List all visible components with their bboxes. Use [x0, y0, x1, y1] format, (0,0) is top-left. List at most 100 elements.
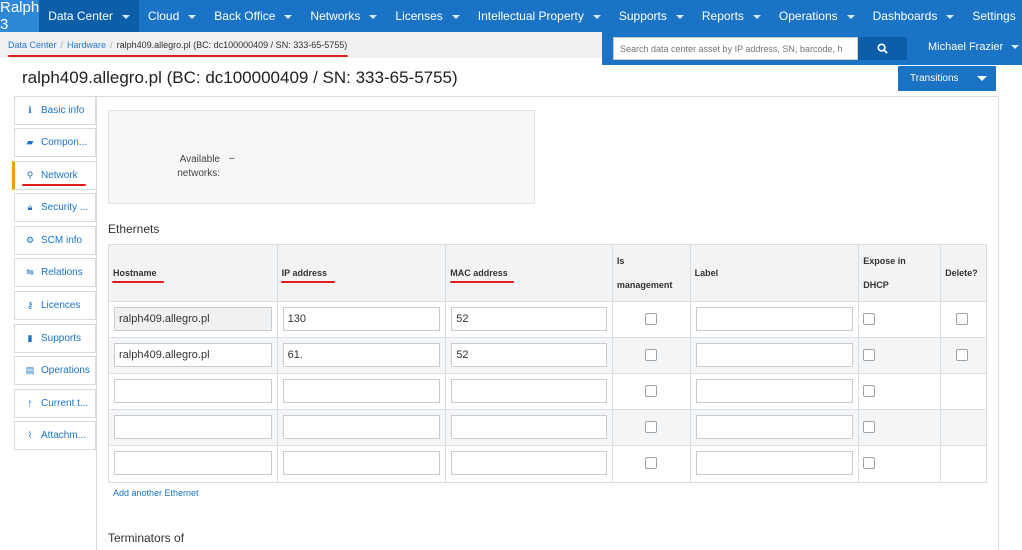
- document-icon: ▤: [25, 365, 35, 375]
- label-input[interactable]: [695, 415, 854, 439]
- ip-address-input[interactable]: 130: [282, 307, 441, 331]
- tab-scm-info[interactable]: ⚙ SCM info: [14, 226, 96, 255]
- hostname-input[interactable]: [114, 451, 272, 475]
- annotation-underline: [8, 55, 348, 57]
- transitions-label: Transitions: [910, 73, 959, 84]
- tab-relations[interactable]: ⇋ Relations: [14, 258, 96, 287]
- chevron-down-icon: [188, 15, 197, 19]
- breadcrumb-link-data-center[interactable]: Data Center: [8, 40, 57, 50]
- breadcrumb-separator: /: [60, 40, 64, 50]
- nav-item-operations[interactable]: Operations: [770, 0, 864, 32]
- tab-licences[interactable]: ⚷ Licences: [14, 291, 96, 320]
- search-input[interactable]: [613, 37, 858, 60]
- column-header-label: Label: [691, 245, 860, 301]
- search-area: Michael Frazier: [602, 32, 1022, 65]
- expose-dhcp-checkbox[interactable]: [863, 421, 876, 433]
- nav-item-reports[interactable]: Reports: [693, 0, 770, 32]
- tab-security[interactable]: 🔒︎ Security ...: [14, 193, 96, 222]
- hostname-input[interactable]: ralph409.allegro.pl: [114, 343, 272, 367]
- breadcrumb: Data Center / Hardware / ralph409.allegro.pl…: [8, 40, 347, 50]
- expose-dhcp-checkbox[interactable]: [863, 313, 876, 325]
- hostname-input[interactable]: ralph409.allegro.pl: [114, 307, 272, 331]
- annotation-underline: [22, 184, 86, 186]
- nav-item-settings[interactable]: Settings: [963, 0, 1022, 32]
- header-label: MAC address: [450, 268, 508, 278]
- delete-cell-empty: [941, 446, 986, 482]
- mac-address-input[interactable]: [451, 379, 607, 403]
- nav-item-intellectual-property[interactable]: Intellectual Property: [469, 0, 610, 32]
- chevron-down-icon: [752, 15, 761, 19]
- ip-address-input[interactable]: 61.: [282, 343, 441, 367]
- chevron-down-icon: [1011, 45, 1020, 50]
- folder-icon: ▰: [26, 137, 34, 147]
- is-management-checkbox[interactable]: [644, 421, 657, 433]
- column-header-hostname: Hostname: [109, 245, 278, 301]
- hostname-input[interactable]: [114, 415, 272, 439]
- header-label: Label: [694, 268, 719, 278]
- chevron-down-icon: [946, 15, 955, 19]
- label-input[interactable]: [695, 343, 854, 367]
- is-management-checkbox[interactable]: [644, 349, 657, 361]
- is-management-checkbox[interactable]: [644, 313, 657, 325]
- tab-supports[interactable]: ▮ Supports: [14, 324, 96, 353]
- info-icon: ℹ: [28, 105, 32, 115]
- tab-basic-info[interactable]: ℹ Basic info: [14, 96, 96, 125]
- tab-attachments[interactable]: ⌇ Attachm...: [14, 421, 96, 450]
- expose-dhcp-checkbox[interactable]: [863, 349, 876, 361]
- expose-dhcp-checkbox[interactable]: [863, 385, 876, 397]
- chevron-down-icon: [675, 15, 684, 19]
- terminators-title: Terminators of: [108, 531, 185, 545]
- user-name: Michael Frazier: [928, 41, 1004, 53]
- user-menu[interactable]: Michael Frazier: [928, 41, 1020, 53]
- delete-checkbox[interactable]: [956, 313, 969, 325]
- table-row: [109, 374, 986, 410]
- nav-item-data-center[interactable]: Data Center: [39, 0, 139, 32]
- tab-label: Basic info: [41, 105, 85, 116]
- nav-item-networks[interactable]: Networks: [301, 0, 386, 32]
- hostname-input[interactable]: [114, 379, 272, 403]
- brand-logo[interactable]: Ralph 3: [0, 0, 40, 33]
- tab-label: Operations: [41, 365, 90, 376]
- mac-address-input[interactable]: 52: [451, 307, 607, 331]
- tab-label: Current t...: [41, 398, 89, 409]
- transitions-button[interactable]: Transitions: [898, 66, 996, 91]
- mac-address-input[interactable]: [451, 451, 607, 475]
- search-button[interactable]: [858, 37, 907, 60]
- nav-item-dashboards[interactable]: Dashboards: [864, 0, 964, 32]
- nav-label: Supports: [618, 9, 667, 23]
- nav-label: Cloud: [147, 9, 180, 23]
- label-input[interactable]: [695, 307, 854, 331]
- header-label: Delete?: [945, 268, 978, 278]
- nav-item-licenses[interactable]: Licenses: [386, 0, 468, 32]
- breadcrumb-link-hardware[interactable]: Hardware: [67, 40, 106, 50]
- tab-operations[interactable]: ▤ Operations: [14, 356, 96, 385]
- mac-address-input[interactable]: 52: [451, 343, 607, 367]
- is-management-checkbox[interactable]: [644, 457, 657, 469]
- tab-components[interactable]: ▰ Compon...: [14, 128, 96, 157]
- key-icon: ⚷: [26, 300, 34, 310]
- label-input[interactable]: [695, 379, 854, 403]
- is-management-checkbox[interactable]: [644, 385, 657, 397]
- nav-item-back-office[interactable]: Back Office: [205, 0, 301, 32]
- nav-label: Licenses: [395, 9, 443, 23]
- tab-label: Attachm...: [41, 430, 87, 441]
- expose-dhcp-checkbox[interactable]: [863, 457, 876, 469]
- add-another-ethernet-link[interactable]: Add another Ethernet: [113, 488, 199, 498]
- tab-current-transitions[interactable]: ᚠ Current t...: [14, 389, 96, 418]
- chevron-down-icon: [451, 15, 460, 19]
- nav-item-supports[interactable]: Supports: [610, 0, 693, 32]
- breadcrumb-separator: /: [110, 40, 113, 50]
- ip-address-input[interactable]: [282, 415, 441, 439]
- nav-label: Dashboards: [872, 9, 938, 23]
- chevron-down-icon: [369, 15, 378, 19]
- annotation-underline: [450, 281, 514, 283]
- delete-checkbox[interactable]: [956, 349, 969, 361]
- nav-item-cloud[interactable]: Cloud: [139, 0, 205, 32]
- label-input[interactable]: [695, 451, 854, 475]
- column-header-expose-dhcp: Expose in DHCP: [859, 245, 942, 301]
- ethernets-table: Hostname IP address MAC address Is manage…: [108, 244, 987, 483]
- ip-address-input[interactable]: [282, 379, 441, 403]
- mac-address-input[interactable]: [451, 415, 607, 439]
- nav-label: Reports: [701, 9, 744, 23]
- ip-address-input[interactable]: [282, 451, 441, 475]
